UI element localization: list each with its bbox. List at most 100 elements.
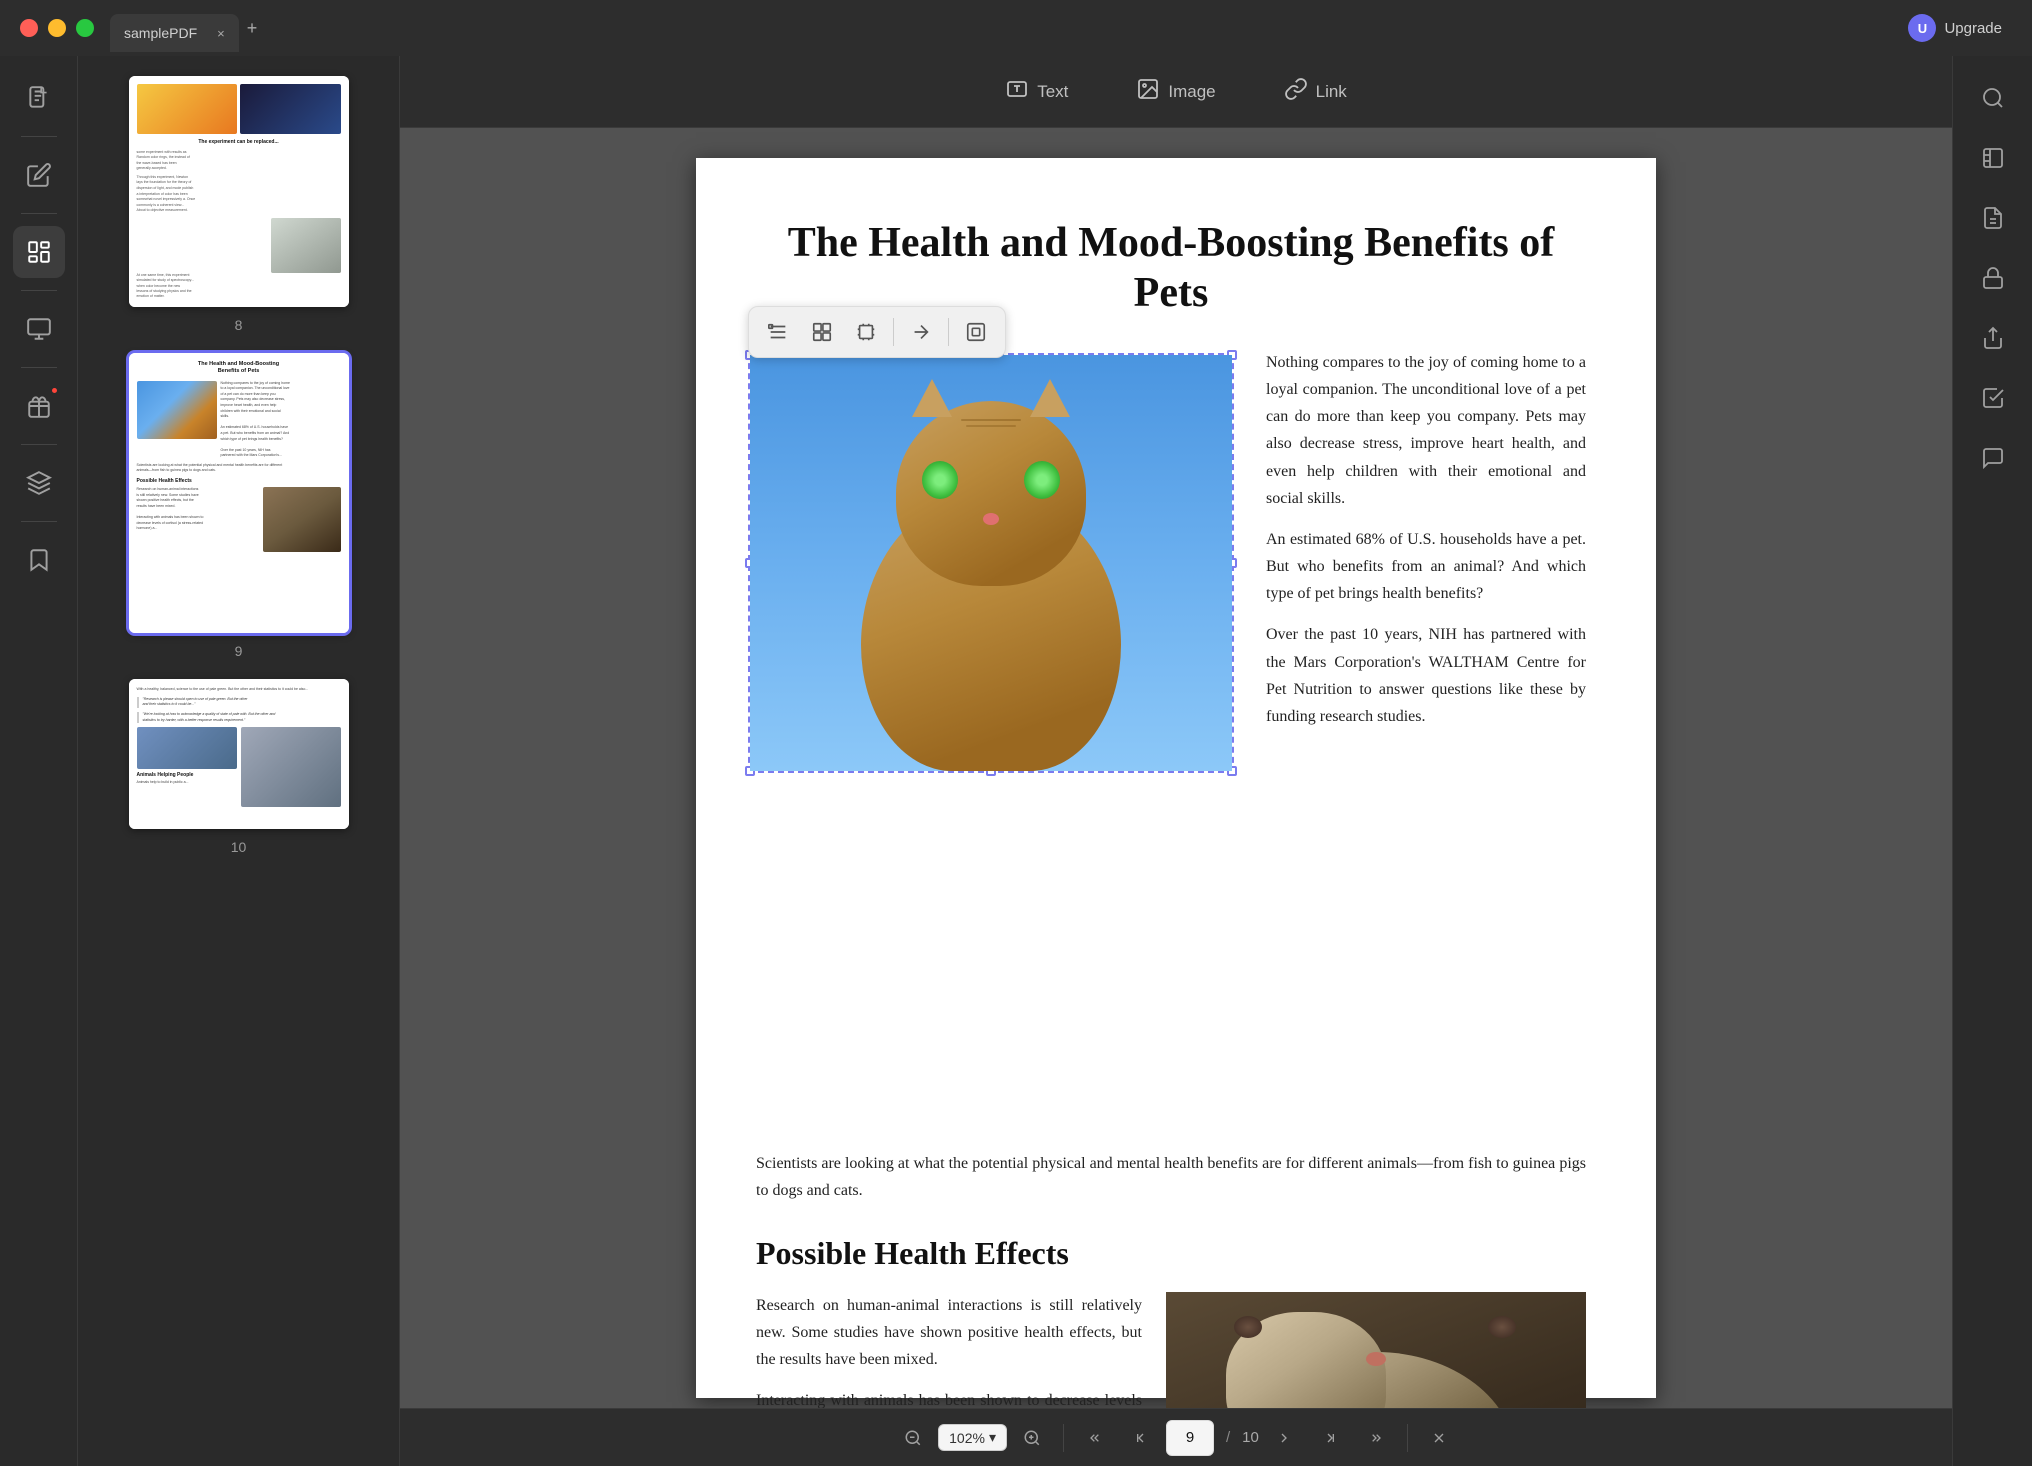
body-paragraph-1: Nothing compares to the joy of coming ho… (1266, 349, 1586, 512)
thumbnail-frame-9: The Health and Mood-BoostingBenefits of … (129, 353, 349, 633)
zoom-display[interactable]: 102% ▾ (938, 1424, 1007, 1451)
right-share-button[interactable] (1967, 312, 2019, 364)
minimize-traffic-button[interactable] (48, 19, 66, 37)
tab-samplepdf[interactable]: samplePDF × (110, 14, 239, 52)
thumbnail-panel: The experiment can be replaced... some e… (78, 56, 400, 1466)
toolbar-image-label: Image (1168, 82, 1215, 102)
prev-large-page-button[interactable] (1120, 1417, 1162, 1459)
right-check-button[interactable] (1967, 372, 2019, 424)
left-sidebar (0, 56, 78, 1466)
sidebar-divider-1 (21, 136, 57, 137)
toolbar-link-label: Link (1316, 82, 1347, 102)
thumb8-img-a (137, 84, 238, 134)
text-icon (1005, 77, 1029, 107)
ft-divider-2 (948, 318, 949, 346)
pdf-page: The Health and Mood-Boosting Benefits of… (696, 158, 1656, 1398)
sidebar-pages-button[interactable] (13, 226, 65, 278)
right-search-button[interactable] (1967, 72, 2019, 124)
sidebar-divider-6 (21, 521, 57, 522)
zoom-in-button[interactable] (1011, 1417, 1053, 1459)
ft-divider-1 (893, 318, 894, 346)
upgrade-button[interactable]: U Upgrade (1908, 14, 2002, 42)
pagination-bar: 102% ▾ / 10 (400, 1408, 1952, 1466)
toolbar-link-item[interactable]: Link (1270, 69, 1361, 115)
top-toolbar: Text Image Link (400, 56, 1952, 128)
health-section-content: Research on human-animal interactions is… (756, 1292, 1586, 1408)
body-paragraph-2: An estimated 68% of U.S. households have… (1266, 526, 1586, 608)
titlebar: samplePDF × + U Upgrade (0, 0, 2032, 56)
toolbar-image-item[interactable]: Image (1122, 69, 1229, 115)
zoom-control-group: 102% ▾ (892, 1417, 1053, 1459)
close-pagination-button[interactable] (1418, 1417, 1460, 1459)
page-main-heading: The Health and Mood-Boosting Benefits of… (756, 218, 1586, 319)
sidebar-divider-4 (21, 367, 57, 368)
sidebar-bookmark-button[interactable] (13, 534, 65, 586)
dog-photo (1166, 1292, 1586, 1408)
cat-figure (831, 391, 1151, 771)
thumbnail-item-10[interactable]: With a healthy, balanced, science to the… (129, 679, 349, 855)
titlebar-right: U Upgrade (1908, 14, 2002, 42)
tab-title: samplePDF (124, 25, 197, 41)
ft-btn-5[interactable] (957, 313, 995, 351)
thumbnail-frame-8: The experiment can be replaced... some e… (129, 76, 349, 307)
floating-toolbar (748, 306, 1006, 358)
thumbnail-item-8[interactable]: The experiment can be replaced... some e… (129, 76, 349, 333)
close-traffic-button[interactable] (20, 19, 38, 37)
avatar: U (1908, 14, 1936, 42)
maximize-traffic-button[interactable] (76, 19, 94, 37)
thumbnail-num-8: 8 (235, 317, 243, 333)
right-convert-button[interactable] (1967, 132, 2019, 184)
traffic-lights (20, 19, 94, 37)
upgrade-label: Upgrade (1944, 20, 2002, 37)
next-large-page-button[interactable] (1309, 1417, 1351, 1459)
thumbnail-num-10: 10 (231, 839, 247, 855)
thumbnail-num-9: 9 (235, 643, 243, 659)
right-column-text: Nothing compares to the joy of coming ho… (1266, 349, 1586, 730)
page-nav-group: / 10 (1074, 1417, 1397, 1459)
image-selection-box[interactable] (748, 353, 1234, 773)
zoom-value: 102% (949, 1430, 985, 1446)
zoom-arrow: ▾ (989, 1429, 996, 1446)
body-paragraph-4: Scientists are looking at what the poten… (756, 1150, 1586, 1204)
link-icon (1284, 77, 1308, 107)
full-width-section: Scientists are looking at what the poten… (756, 1150, 1586, 1408)
toolbar-text-label: Text (1037, 82, 1068, 102)
page-separator: / (1226, 1429, 1230, 1446)
first-page-button[interactable] (1074, 1417, 1116, 1459)
section-heading-health: Possible Health Effects (756, 1235, 1586, 1272)
zoom-out-button[interactable] (892, 1417, 934, 1459)
ft-btn-4[interactable] (902, 313, 940, 351)
pdf-viewer[interactable]: The Health and Mood-Boosting Benefits of… (400, 128, 1952, 1408)
badge-notification-dot (50, 386, 59, 395)
cat-image-container (750, 355, 1232, 771)
sidebar-document-button[interactable] (13, 72, 65, 124)
ft-btn-3[interactable] (847, 313, 885, 351)
thumbnail-item-9[interactable]: The Health and Mood-BoostingBenefits of … (129, 353, 349, 659)
toolbar-text-item[interactable]: Text (991, 69, 1082, 115)
sidebar-edit-button[interactable] (13, 149, 65, 201)
last-page-button[interactable] (1355, 1417, 1397, 1459)
sidebar-divider-2 (21, 213, 57, 214)
gift-badge-wrapper (13, 380, 65, 432)
sidebar-divider-5 (21, 444, 57, 445)
right-comment-button[interactable] (1967, 432, 2019, 484)
ft-btn-1[interactable] (759, 313, 797, 351)
add-tab-button[interactable]: + (247, 18, 258, 39)
image-icon (1136, 77, 1160, 107)
pagination-divider-2 (1407, 1424, 1408, 1452)
thumb8-img-b (240, 84, 341, 134)
sidebar-layers-button[interactable] (13, 457, 65, 509)
pagination-divider-1 (1063, 1424, 1064, 1452)
ft-btn-2[interactable] (803, 313, 841, 351)
page-number-input[interactable] (1166, 1420, 1214, 1456)
tab-close-button[interactable]: × (217, 26, 225, 41)
thumbnail-frame-10: With a healthy, balanced, science to the… (129, 679, 349, 829)
right-pdfa-button[interactable] (1967, 192, 2019, 244)
main-area: Text Image Link The Health and Mood-Boos… (400, 56, 1952, 1466)
body-paragraph-3: Over the past 10 years, NIH has partnere… (1266, 621, 1586, 730)
next-page-button[interactable] (1263, 1417, 1305, 1459)
right-secure-button[interactable] (1967, 252, 2019, 304)
sidebar-template-button[interactable] (13, 303, 65, 355)
sidebar-divider-3 (21, 290, 57, 291)
tab-bar: samplePDF × + (110, 0, 257, 56)
